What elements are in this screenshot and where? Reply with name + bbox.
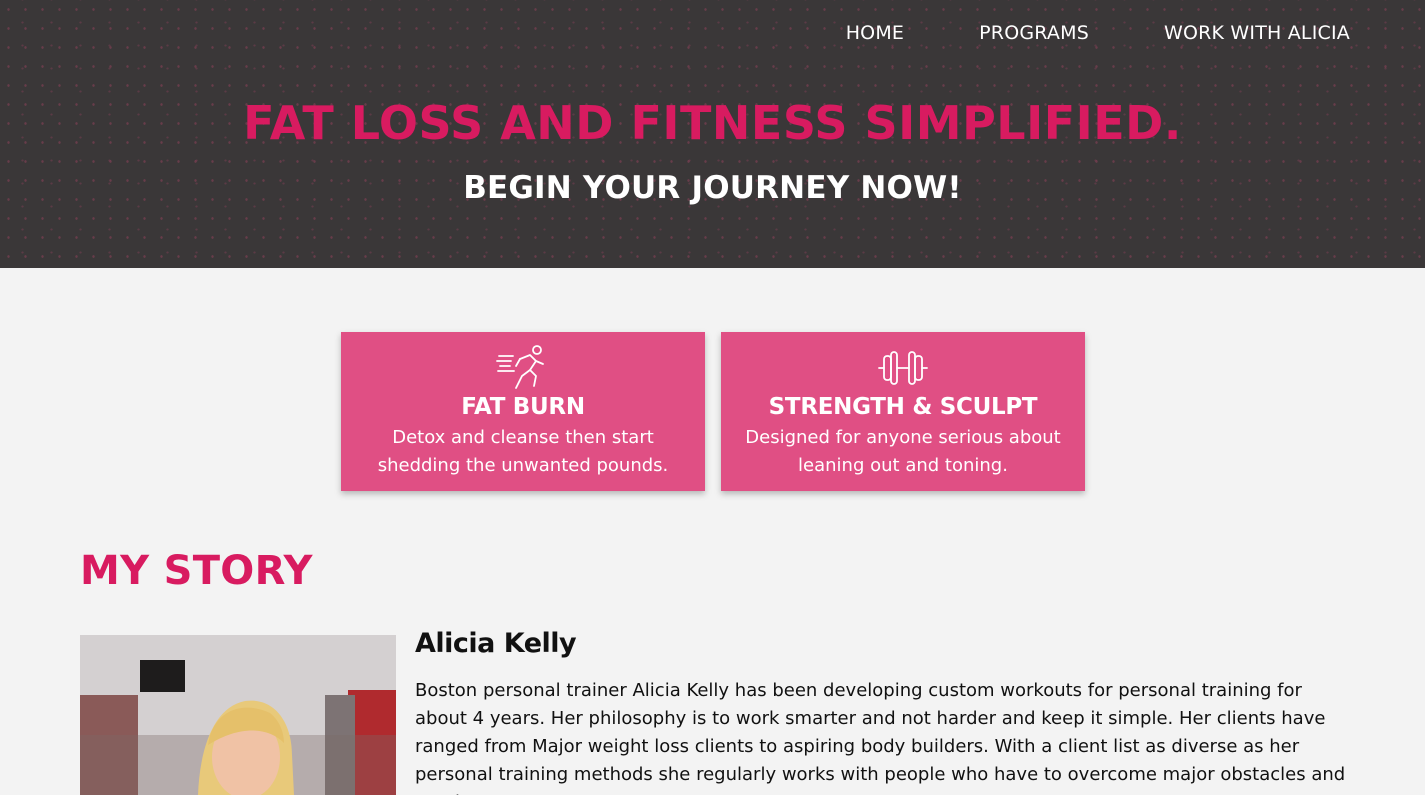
trainer-photo — [80, 635, 396, 795]
hero-subtitle: BEGIN YOUR JOURNEY NOW! — [463, 170, 962, 206]
dumbbell-icon — [878, 351, 928, 385]
main-nav: HOME PROGRAMS WORK WITH ALICIA — [771, 22, 1350, 44]
hero-title: FAT LOSS AND FITNESS SIMPLIFIED. — [243, 96, 1182, 150]
program-card-fat-burn[interactable]: FAT BURN Detox and cleanse then start sh… — [341, 332, 705, 491]
nav-programs[interactable]: PROGRAMS — [979, 22, 1089, 44]
trainer-bio: Boston personal trainer Alicia Kelly has… — [415, 680, 1346, 795]
program-card-strength-sculpt[interactable]: STRENGTH & SCULPT Designed for anyone se… — [721, 332, 1085, 491]
nav-work-with-alicia[interactable]: WORK WITH ALICIA — [1164, 22, 1350, 44]
trainer-name: Alicia Kelly — [415, 628, 577, 659]
hero-banner: HOME PROGRAMS WORK WITH ALICIA FAT LOSS … — [0, 0, 1425, 268]
program-card-title: FAT BURN — [461, 394, 585, 420]
nav-home[interactable]: HOME — [846, 22, 904, 44]
program-card-description: Designed for anyone serious about leanin… — [745, 427, 1061, 476]
program-card-title: STRENGTH & SCULPT — [768, 394, 1038, 420]
program-card-description: Detox and cleanse then start shedding th… — [377, 427, 669, 476]
running-man-icon — [496, 345, 544, 389]
story-heading: MY STORY — [80, 548, 313, 594]
